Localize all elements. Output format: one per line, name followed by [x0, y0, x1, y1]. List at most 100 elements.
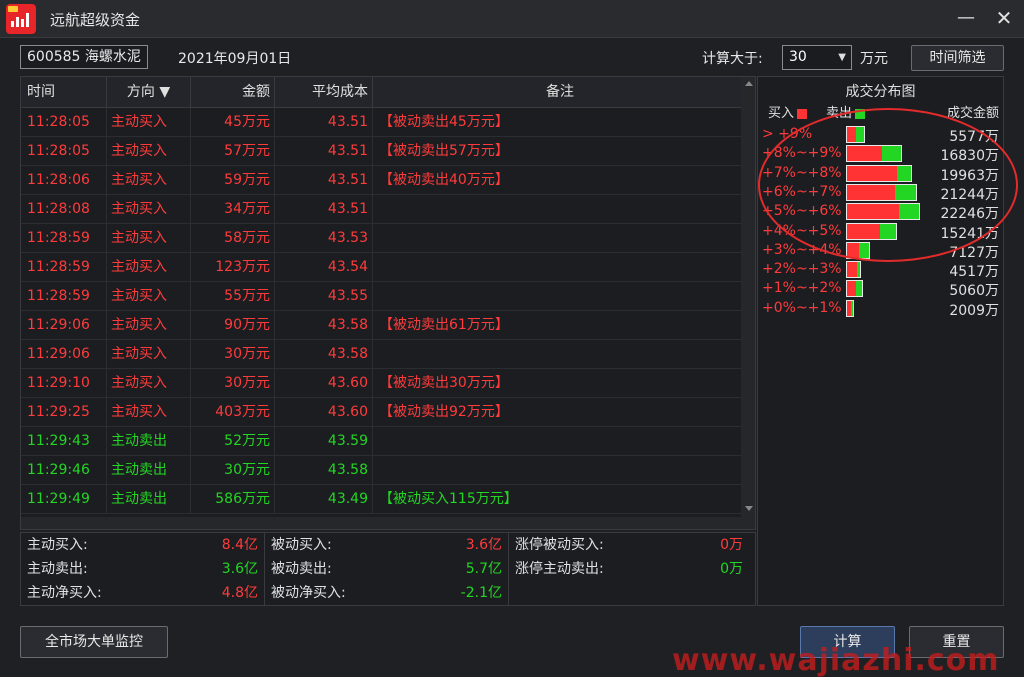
cell-note: [373, 456, 741, 485]
highlight-circle-annotation: [758, 108, 1018, 262]
scroll-up-icon[interactable]: [745, 81, 753, 86]
header-note[interactable]: 备注: [373, 77, 741, 108]
distribution-amount: 5060万: [949, 283, 999, 300]
cell-direction: 主动买入: [107, 398, 191, 427]
vertical-scrollbar[interactable]: [741, 77, 755, 517]
table-row[interactable]: 11:28:08 主动买入 34万元 43.51: [21, 195, 741, 224]
cell-direction: 主动买入: [107, 108, 191, 137]
scroll-down-icon[interactable]: [745, 506, 753, 511]
cell-direction: 主动买入: [107, 311, 191, 340]
app-logo-icon: [6, 4, 36, 34]
table-row[interactable]: 11:28:59 主动买入 58万元 43.53: [21, 224, 741, 253]
distribution-range-label: +2%~+3%: [762, 261, 842, 278]
cell-time: 11:28:08: [21, 195, 107, 224]
cell-time: 11:29:49: [21, 485, 107, 514]
table-row[interactable]: 11:28:05 主动买入 57万元 43.51 【被动卖出57万元】: [21, 137, 741, 166]
summary-label: 主动净买入:: [27, 585, 102, 601]
stock-selector[interactable]: 600585 海螺水泥: [20, 45, 148, 69]
cell-direction: 主动卖出: [107, 427, 191, 456]
legend-buy-swatch: [797, 108, 808, 119]
cell-amount: 34万元: [191, 195, 275, 224]
table-row[interactable]: 11:29:49 主动卖出 586万元 43.49 【被动买入115万元】: [21, 485, 741, 514]
summary-panel: 主动买入: 8.4亿 主动卖出: 3.6亿 主动净买入: 4.8亿 被动买入: 3.6亿 被动…: [20, 532, 756, 606]
cell-time: 11:28:59: [21, 224, 107, 253]
cell-amount: 30万元: [191, 369, 275, 398]
summary-value: 3.6亿: [465, 537, 502, 553]
cell-note: 【被动买入115万元】: [379, 491, 518, 507]
table-row[interactable]: 11:29:06 主动买入 90万元 43.58 【被动卖出61万元】: [21, 311, 741, 340]
cell-avg-cost: 43.60: [275, 369, 373, 398]
summary-active-column: 主动买入: 8.4亿 主动卖出: 3.6亿 主动净买入: 4.8亿: [21, 533, 265, 605]
cell-avg-cost: 43.51: [275, 137, 373, 166]
distribution-bar: [846, 299, 854, 317]
header-amount[interactable]: 金额: [191, 77, 275, 108]
cell-avg-cost: 43.51: [275, 108, 373, 137]
cell-direction: 主动买入: [107, 137, 191, 166]
summary-label: 主动买入:: [27, 537, 88, 553]
header-time[interactable]: 时间: [21, 77, 107, 108]
cell-note: [373, 340, 741, 369]
table-row[interactable]: 11:29:25 主动买入 403万元 43.60 【被动卖出92万元】: [21, 398, 741, 427]
cell-time: 11:28:59: [21, 282, 107, 311]
title-bar: 远航超级资金 — ✕: [0, 0, 1024, 38]
cell-direction: 主动买入: [107, 224, 191, 253]
minimize-icon[interactable]: —: [954, 6, 978, 30]
cell-avg-cost: 43.53: [275, 224, 373, 253]
threshold-select[interactable]: 30 ▼: [782, 45, 852, 70]
table-row[interactable]: 11:29:06 主动买入 30万元 43.58: [21, 340, 741, 369]
market-monitor-button[interactable]: 全市场大单监控: [20, 626, 168, 658]
summary-passive-column: 被动买入: 3.6亿 被动卖出: 5.7亿 被动净买入: -2.1亿: [265, 533, 509, 605]
table-row[interactable]: 11:28:59 主动买入 55万元 43.55: [21, 282, 741, 311]
cell-amount: 58万元: [191, 224, 275, 253]
horizontal-scrollbar[interactable]: [21, 517, 755, 529]
cell-note: 【被动卖出30万元】: [379, 375, 509, 391]
cell-amount: 403万元: [191, 398, 275, 427]
distribution-row: +1%~+2% 5060万: [758, 279, 1003, 300]
cell-note: [373, 282, 741, 311]
table-body: 11:28:05 主动买入 45万元 43.51 【被动卖出45万元】 11:28:05 主…: [21, 108, 741, 514]
header-direction[interactable]: 方向 ▼: [107, 77, 191, 108]
summary-item: 主动买入: 8.4亿: [21, 533, 264, 557]
cell-amount: 55万元: [191, 282, 275, 311]
cell-amount: 30万元: [191, 340, 275, 369]
summary-limit-column: 涨停被动买入: 0万 涨停主动卖出: 0万: [509, 533, 749, 605]
summary-label: 涨停主动卖出:: [515, 561, 604, 577]
cell-time: 11:28:06: [21, 166, 107, 195]
table-row[interactable]: 11:29:46 主动卖出 30万元 43.58: [21, 456, 741, 485]
date-label: 2021年09月01日: [178, 51, 292, 67]
table-row[interactable]: 11:28:05 主动买入 45万元 43.51 【被动卖出45万元】: [21, 108, 741, 137]
cell-note: 【被动卖出57万元】: [379, 143, 509, 159]
table-row[interactable]: 11:29:10 主动买入 30万元 43.60 【被动卖出30万元】: [21, 369, 741, 398]
header-avg-cost[interactable]: 平均成本: [275, 77, 373, 108]
summary-item: 被动净买入: -2.1亿: [265, 581, 508, 605]
distribution-bar-buy: [847, 262, 858, 278]
cell-amount: 57万元: [191, 137, 275, 166]
cell-amount: 586万元: [191, 485, 275, 514]
dropdown-arrow-icon: ▼: [838, 52, 846, 63]
table-row[interactable]: 11:28:59 主动买入 123万元 43.54: [21, 253, 741, 282]
legend-buy-label: 买入: [768, 106, 795, 121]
distribution-bar-buy: [847, 281, 856, 297]
time-filter-button[interactable]: 时间筛选: [911, 45, 1004, 71]
cell-avg-cost: 43.59: [275, 427, 373, 456]
cell-note: [373, 253, 741, 282]
distribution-row: +0%~+1% 2009万: [758, 299, 1003, 319]
distribution-bar-buy: [847, 300, 852, 316]
cell-avg-cost: 43.55: [275, 282, 373, 311]
cell-avg-cost: 43.58: [275, 311, 373, 340]
cell-direction: 主动买入: [107, 369, 191, 398]
table-row[interactable]: 11:28:06 主动买入 59万元 43.51 【被动卖出40万元】: [21, 166, 741, 195]
distribution-panel: 成交分布图 买入 卖出 成交金额 > +9% 5577万 +8%~+9% 16830万…: [757, 76, 1018, 606]
summary-item: 主动净买入: 4.8亿: [21, 581, 264, 605]
summary-item: 涨停主动卖出: 0万: [509, 557, 749, 581]
cell-avg-cost: 43.51: [275, 195, 373, 224]
table-row[interactable]: 11:29:43 主动卖出 52万元 43.59: [21, 427, 741, 456]
cell-amount: 30万元: [191, 456, 275, 485]
distribution-title: 成交分布图: [845, 84, 916, 100]
cell-note: 【被动卖出45万元】: [379, 114, 509, 130]
cell-direction: 主动卖出: [107, 456, 191, 485]
cell-time: 11:29:06: [21, 340, 107, 369]
distribution-bar: [846, 261, 861, 279]
cell-note: 【被动卖出40万元】: [379, 172, 509, 188]
close-icon[interactable]: ✕: [992, 6, 1016, 30]
